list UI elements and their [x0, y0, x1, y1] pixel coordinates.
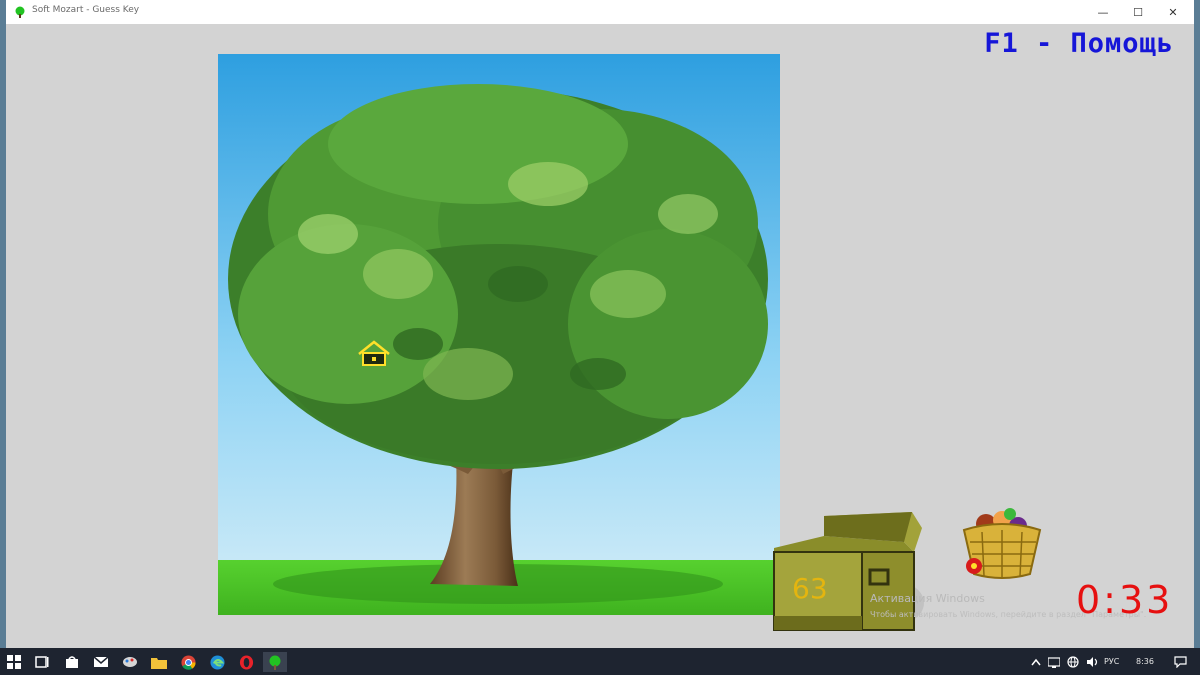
network-icon — [1048, 656, 1060, 668]
globe-tray-button[interactable] — [1063, 652, 1083, 672]
start-button[interactable] — [4, 652, 24, 672]
app-window: Soft Mozart - Guess Key — ☐ ✕ F1 - Помощ… — [6, 0, 1194, 648]
notification-icon — [1173, 656, 1187, 668]
task-view-icon — [35, 656, 49, 668]
show-hidden-icons-button[interactable] — [1026, 652, 1046, 672]
explorer-icon — [151, 657, 167, 669]
tree-canopy — [228, 84, 768, 469]
language-indicator[interactable]: РУС — [1104, 657, 1119, 666]
window-title: Soft Mozart - Guess Key — [32, 5, 140, 15]
tree-illustration — [218, 54, 780, 615]
volume-tray-button[interactable] — [1082, 652, 1102, 672]
game-area: F1 - Помощь 63 Активация Windows Чтобы а… — [6, 24, 1194, 648]
edge-button[interactable] — [207, 652, 227, 672]
chest-counter: 63 — [792, 572, 828, 605]
window-icon — [15, 6, 25, 18]
chrome-button[interactable] — [178, 652, 198, 672]
edge-icon — [209, 654, 225, 670]
minimize-button[interactable]: — — [1086, 0, 1120, 24]
soft-mozart-taskbar-button[interactable] — [263, 652, 287, 672]
clock[interactable]: 8:36 — [1136, 657, 1154, 666]
paint-button[interactable] — [120, 652, 140, 672]
task-view-button[interactable] — [32, 652, 52, 672]
chevron-up-icon — [1031, 658, 1041, 666]
notification-button[interactable] — [1170, 652, 1190, 672]
title-bar[interactable]: Soft Mozart - Guess Key — ☐ ✕ — [6, 0, 1194, 24]
taskbar: РУС 8:36 — [0, 648, 1200, 675]
explorer-button[interactable] — [149, 652, 169, 672]
soft-mozart-icon — [269, 655, 281, 670]
paint-icon — [123, 657, 137, 667]
chrome-icon — [180, 654, 196, 670]
game-timer: 0:33 — [1076, 578, 1174, 622]
store-icon — [66, 656, 78, 668]
close-button[interactable]: ✕ — [1156, 0, 1190, 24]
help-hint: F1 - Помощь — [984, 28, 1174, 59]
tree-scene[interactable] — [218, 54, 780, 615]
mail-icon — [94, 656, 108, 667]
opera-button[interactable] — [236, 652, 256, 672]
store-button[interactable] — [62, 652, 82, 672]
maximize-button[interactable]: ☐ — [1121, 0, 1155, 24]
volume-icon — [1086, 657, 1097, 667]
opera-icon — [239, 654, 253, 670]
globe-icon — [1067, 656, 1079, 668]
mail-button[interactable] — [91, 652, 111, 672]
activation-watermark-title: Активация Windows — [870, 592, 985, 605]
start-icon — [7, 655, 21, 669]
fruit-basket[interactable] — [956, 508, 1048, 582]
treasure-chest[interactable] — [764, 508, 936, 640]
network-tray-button[interactable] — [1044, 652, 1064, 672]
